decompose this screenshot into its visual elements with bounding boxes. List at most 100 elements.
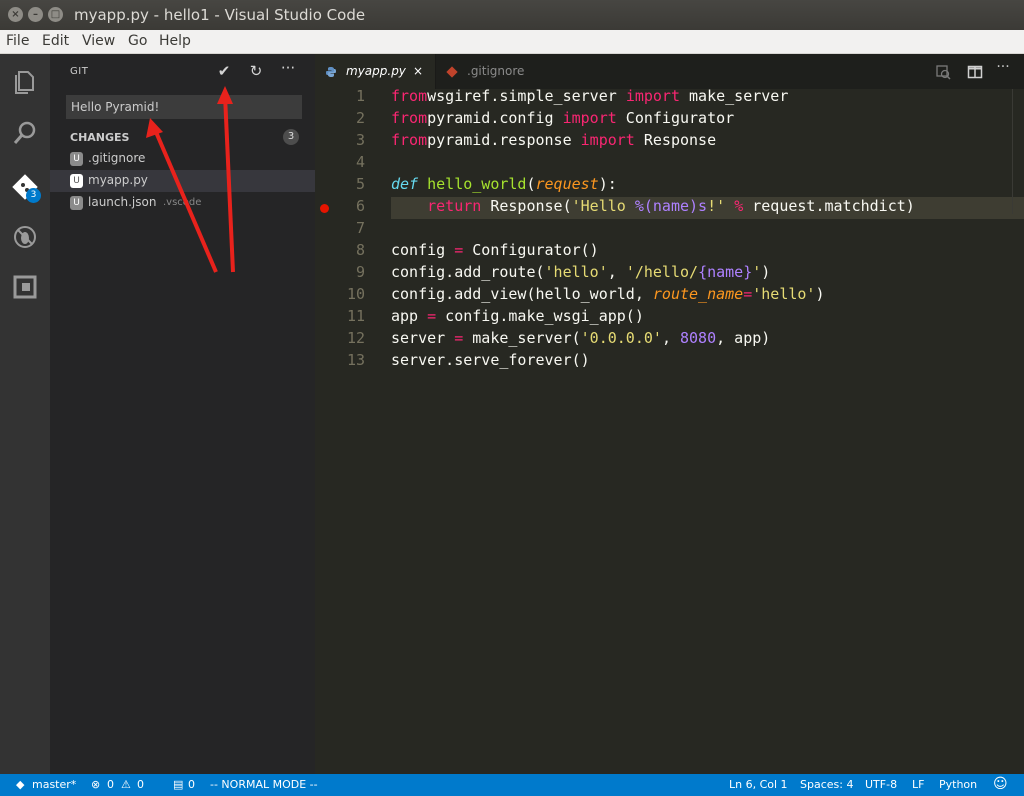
line-number: 13 <box>346 351 365 369</box>
info-count[interactable]: 0 <box>188 778 195 791</box>
git-branch-icon[interactable]: ◆ <box>16 778 24 791</box>
code-line[interactable]: config.add_route('hello', '/hello/{name}… <box>391 263 770 281</box>
extensions-icon[interactable] <box>10 272 40 302</box>
menu-file[interactable]: File <box>6 33 29 49</box>
smiley-icon[interactable]: ☺ <box>993 776 1008 792</box>
code-line[interactable]: fromwsgiref.simple_server import make_se… <box>391 87 788 105</box>
line-number: 6 <box>355 197 365 215</box>
code-token: !' <box>707 197 726 215</box>
untracked-badge: U <box>70 174 83 188</box>
untracked-badge: U <box>70 196 83 210</box>
code-line[interactable]: server = make_server('0.0.0.0', 8080, ap… <box>391 329 770 347</box>
cursor-position[interactable]: Ln 6, Col 1 <box>729 778 788 791</box>
tab-close-button[interactable]: × <box>413 64 423 78</box>
refresh-icon[interactable]: ↻ <box>246 62 266 80</box>
code-line[interactable]: def hello_world(request): <box>391 175 617 193</box>
sidebar-title: GIT <box>70 66 89 77</box>
code-token: make_server <box>680 87 789 105</box>
changed-file-launch[interactable]: U launch.json .vscode <box>50 192 315 214</box>
code-line[interactable]: return Response('Hello %(name)s!' % requ… <box>391 197 915 215</box>
more-icon[interactable]: ··· <box>993 59 1013 75</box>
code-token: from <box>391 87 428 105</box>
code-line[interactable]: app = config.make_wsgi_app() <box>391 307 644 325</box>
code-token: server.serve_forever() <box>391 351 590 369</box>
compare-icon[interactable] <box>933 64 953 80</box>
error-icon[interactable]: ⊗ <box>91 778 100 791</box>
code-token: , <box>607 263 626 281</box>
commit-message-input[interactable] <box>66 95 302 119</box>
code-line[interactable]: frompyramid.config import Configurator <box>391 109 734 127</box>
warning-count[interactable]: 0 <box>137 778 144 791</box>
git-branch[interactable]: master* <box>32 778 76 791</box>
code-token: def <box>391 175 419 193</box>
line-number: 9 <box>355 263 365 281</box>
split-editor-icon[interactable] <box>965 64 985 80</box>
line-ending[interactable]: LF <box>912 778 924 791</box>
tab-bar: myapp.py × .gitignore ··· <box>315 54 1024 89</box>
code-token: = <box>743 285 753 303</box>
menu-go[interactable]: Go <box>128 33 147 49</box>
code-token: %(name)s <box>634 197 708 215</box>
explorer-icon[interactable] <box>10 66 40 96</box>
line-number: 5 <box>355 175 365 193</box>
status-bar: ◆ master* ⊗ 0 ⚠ 0 ▤ 0 -- NORMAL MODE -- … <box>0 774 1024 796</box>
vim-mode: -- NORMAL MODE -- <box>210 778 318 791</box>
output-icon[interactable]: ▤ <box>173 778 183 791</box>
menu-edit[interactable]: Edit <box>42 33 69 49</box>
menu-help[interactable]: Help <box>159 33 191 49</box>
editor-area: myapp.py × .gitignore ··· 1 2 3 4 5 6 7 8 9 10 11 1… <box>315 54 1024 774</box>
code-token: ) <box>761 263 771 281</box>
code-line[interactable]: server.serve_forever() <box>391 351 590 369</box>
search-icon[interactable] <box>10 118 40 148</box>
window-titlebar: × – □ myapp.py - hello1 - Visual Studio … <box>0 0 1024 30</box>
code-token: request <box>535 175 599 193</box>
warning-icon[interactable]: ⚠ <box>121 778 131 791</box>
changes-section-title[interactable]: CHANGES <box>70 131 129 144</box>
error-count[interactable]: 0 <box>107 778 114 791</box>
code-token: app <box>391 307 428 325</box>
changed-file-gitignore[interactable]: U .gitignore <box>50 148 315 170</box>
tab-myapp[interactable]: myapp.py × <box>315 54 435 89</box>
more-icon[interactable]: ··· <box>278 59 298 77</box>
code-token: = <box>454 241 464 259</box>
line-number: 7 <box>355 219 365 237</box>
debug-icon[interactable] <box>10 222 40 252</box>
check-icon[interactable]: ✔ <box>214 62 234 80</box>
file-name: myapp.py <box>88 173 148 187</box>
code-token: wsgiref.simple_server <box>427 87 626 105</box>
encoding[interactable]: UTF-8 <box>865 778 897 791</box>
window-minimize-button[interactable]: – <box>28 7 43 22</box>
editor-scrollbar[interactable] <box>1012 89 1024 214</box>
window-close-button[interactable]: × <box>8 7 23 22</box>
code-token: ( <box>526 175 536 193</box>
file-directory: .vscode <box>163 197 202 208</box>
code-line[interactable]: config = Configurator() <box>391 241 599 259</box>
code-token: Response <box>634 131 717 149</box>
code-token: , app) <box>716 329 771 347</box>
code-token: 'hello' <box>544 263 608 281</box>
indentation[interactable]: Spaces: 4 <box>800 778 853 791</box>
code-token: = <box>427 307 437 325</box>
code-token: 'hello' <box>752 285 816 303</box>
changed-file-myapp[interactable]: U myapp.py <box>50 170 315 192</box>
code-token: import <box>562 109 617 127</box>
window-maximize-button[interactable]: □ <box>48 7 63 22</box>
code-token: config <box>391 241 455 259</box>
code-line[interactable]: frompyramid.response import Response <box>391 131 716 149</box>
code-token: Configurator <box>616 109 735 127</box>
code-line[interactable]: config.add_view(hello_world, route_name=… <box>391 285 825 303</box>
menu-view[interactable]: View <box>82 33 115 49</box>
untracked-badge: U <box>70 152 83 166</box>
code-token: request.matchdict) <box>743 197 915 215</box>
code-token: pyramid.response <box>427 131 581 149</box>
git-changes-badge: 3 <box>26 188 41 203</box>
line-number: 11 <box>346 307 365 325</box>
tab-gitignore[interactable]: .gitignore <box>435 54 550 89</box>
language-mode[interactable]: Python <box>939 778 977 791</box>
code-token: config.add_view(hello_world, <box>391 285 653 303</box>
breakpoint-marker[interactable] <box>320 204 329 213</box>
line-number: 4 <box>355 153 365 171</box>
code-token: config.make_wsgi_app() <box>436 307 644 325</box>
code-token: ): <box>598 175 617 193</box>
